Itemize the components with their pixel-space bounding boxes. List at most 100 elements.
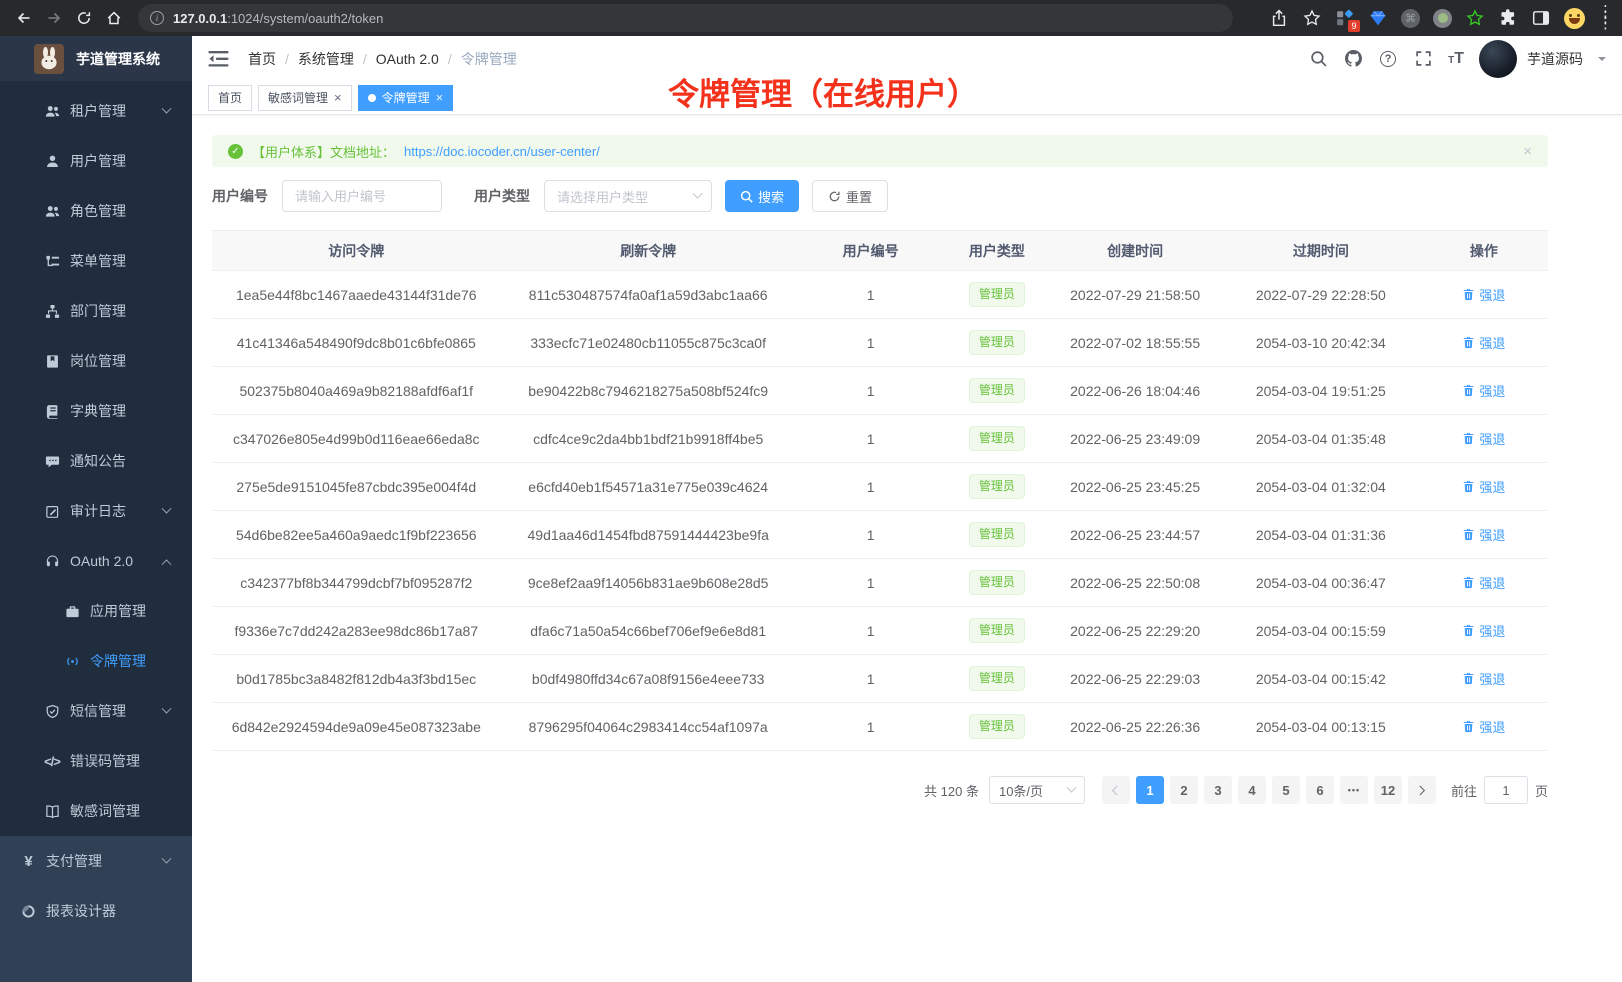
breadcrumb-item[interactable]: 首页 bbox=[248, 49, 276, 69]
help-icon[interactable]: ? bbox=[1378, 49, 1398, 69]
profile-avatar-icon[interactable] bbox=[1564, 8, 1585, 29]
breadcrumb-item[interactable]: OAuth 2.0 bbox=[376, 51, 439, 67]
page-button-12[interactable]: 12 bbox=[1374, 776, 1402, 804]
sidebar-item-code[interactable]: </>错误码管理 bbox=[0, 736, 192, 786]
sidebar-item-badge[interactable]: 岗位管理 bbox=[0, 336, 192, 386]
chevron-down-icon bbox=[162, 853, 172, 863]
user-type-badge: 管理员 bbox=[969, 714, 1025, 739]
report-icon bbox=[20, 903, 36, 919]
table-row: 6d842e2924594de9a09e45e087323abe8796295f… bbox=[212, 703, 1548, 751]
goto-page-input[interactable] bbox=[1484, 776, 1528, 804]
tag-item[interactable]: 敏感词管理× bbox=[258, 85, 352, 111]
force-logout-button[interactable]: 强退 bbox=[1462, 429, 1505, 448]
breadcrumb-item[interactable]: 系统管理 bbox=[298, 49, 354, 69]
fullscreen-icon[interactable] bbox=[1413, 49, 1433, 69]
user-avatar[interactable] bbox=[1479, 40, 1517, 78]
tag-close-icon[interactable]: × bbox=[436, 91, 444, 104]
page-size-select[interactable]: 10条/页 bbox=[989, 776, 1085, 804]
alert-doc-link[interactable]: https://doc.iocoder.cn/user-center/ bbox=[404, 144, 600, 159]
message-icon bbox=[44, 453, 60, 469]
force-logout-button[interactable]: 强退 bbox=[1462, 381, 1505, 400]
user-type-cell: 管理员 bbox=[945, 655, 1048, 703]
page-button-6[interactable]: 6 bbox=[1306, 776, 1334, 804]
access-token-cell: f9336e7c7dd242a283ee98dc86b17a87 bbox=[212, 607, 501, 655]
tag-item[interactable]: 首页 bbox=[208, 85, 252, 111]
force-logout-button[interactable]: 强退 bbox=[1462, 669, 1505, 688]
site-info-icon[interactable]: i bbox=[150, 11, 164, 25]
sidebar-submenu: 租户管理用户管理角色管理菜单管理部门管理岗位管理字典管理通知公告审计日志OAut… bbox=[0, 81, 192, 836]
page-button-2[interactable]: 2 bbox=[1170, 776, 1198, 804]
extension-record-icon[interactable] bbox=[1433, 9, 1452, 28]
extension-gem-icon[interactable] bbox=[1368, 8, 1388, 28]
hamburger-icon[interactable] bbox=[208, 50, 230, 68]
page-more-button[interactable]: ••• bbox=[1340, 776, 1368, 804]
sidebar-item-app[interactable]: 应用管理 bbox=[0, 586, 192, 636]
reset-button[interactable]: 重置 bbox=[812, 180, 888, 212]
expire-time-cell: 2054-03-04 01:31:36 bbox=[1222, 511, 1420, 559]
app-logo-bar[interactable]: 芋道管理系统 bbox=[0, 36, 192, 81]
sidebar-item-sms[interactable]: 短信管理 bbox=[0, 686, 192, 736]
extension-command-icon[interactable]: ⌘ bbox=[1401, 9, 1420, 28]
extensions-puzzle-icon[interactable] bbox=[1498, 8, 1518, 28]
next-page-button[interactable] bbox=[1408, 776, 1436, 804]
user-id-input[interactable] bbox=[282, 180, 442, 212]
browser-reload-icon[interactable] bbox=[70, 4, 98, 32]
chevron-down-icon bbox=[162, 703, 172, 713]
search-button[interactable]: 搜索 bbox=[725, 180, 799, 212]
search-icon[interactable] bbox=[1308, 49, 1328, 69]
extension-grid-icon[interactable]: 9 bbox=[1335, 8, 1355, 28]
caret-down-icon[interactable] bbox=[1598, 57, 1606, 65]
sidebar-item-report[interactable]: 报表设计器 bbox=[0, 886, 192, 936]
app-title: 芋道管理系统 bbox=[76, 49, 160, 69]
force-logout-button[interactable]: 强退 bbox=[1462, 285, 1505, 304]
sidebar-item-people[interactable]: 租户管理 bbox=[0, 86, 192, 136]
sidebar-item-person[interactable]: 用户管理 bbox=[0, 136, 192, 186]
page-button-5[interactable]: 5 bbox=[1272, 776, 1300, 804]
github-icon[interactable] bbox=[1343, 49, 1363, 69]
alert-close-icon[interactable]: × bbox=[1523, 143, 1532, 160]
browser-menu-icon[interactable]: ⋮⋮⋮ bbox=[1598, 9, 1612, 27]
sidebar-item-pay[interactable]: ¥支付管理 bbox=[0, 836, 192, 886]
user-type-cell: 管理员 bbox=[945, 415, 1048, 463]
bookmark-star-icon[interactable] bbox=[1302, 8, 1322, 28]
force-logout-button[interactable]: 强退 bbox=[1462, 477, 1505, 496]
expire-time-cell: 2054-03-04 00:13:15 bbox=[1222, 703, 1420, 751]
navbar: 首页/系统管理/OAuth 2.0/令牌管理 ? TT 芋道源码 bbox=[192, 36, 1622, 81]
side-panel-icon[interactable] bbox=[1531, 8, 1551, 28]
chevron-up-icon bbox=[162, 559, 172, 569]
force-logout-button[interactable]: 强退 bbox=[1462, 333, 1505, 352]
sidebar-item-oauth[interactable]: OAuth 2.0 bbox=[0, 536, 192, 586]
table-row: 1ea5e44f8bc1467aaede43144f31de76811c5304… bbox=[212, 271, 1548, 319]
prev-page-button[interactable] bbox=[1102, 776, 1130, 804]
force-logout-button[interactable]: 强退 bbox=[1462, 717, 1505, 736]
page-button-1[interactable]: 1 bbox=[1136, 776, 1164, 804]
sidebar-item-tree[interactable]: 菜单管理 bbox=[0, 236, 192, 286]
sidebar-item-log[interactable]: 审计日志 bbox=[0, 486, 192, 536]
user-type-select[interactable]: 请选择用户类型 bbox=[544, 180, 712, 212]
browser-back-icon[interactable] bbox=[10, 4, 38, 32]
sidebar-item-book[interactable]: 敏感词管理 bbox=[0, 786, 192, 836]
sidebar-item-message[interactable]: 通知公告 bbox=[0, 436, 192, 486]
font-size-icon[interactable]: TT bbox=[1448, 50, 1464, 68]
force-logout-button[interactable]: 强退 bbox=[1462, 525, 1505, 544]
expire-time-cell: 2054-03-10 20:42:34 bbox=[1222, 319, 1420, 367]
user-type-label: 用户类型 bbox=[474, 186, 530, 206]
page-button-3[interactable]: 3 bbox=[1204, 776, 1232, 804]
browser-forward-icon[interactable] bbox=[40, 4, 68, 32]
page-button-4[interactable]: 4 bbox=[1238, 776, 1266, 804]
sidebar-item-token[interactable]: 令牌管理 bbox=[0, 636, 192, 686]
sidebar-item-dict[interactable]: 字典管理 bbox=[0, 386, 192, 436]
person-icon bbox=[44, 153, 60, 169]
action-cell: 强退 bbox=[1420, 511, 1548, 559]
extension-star-icon[interactable] bbox=[1465, 8, 1485, 28]
create-time-cell: 2022-06-25 22:29:03 bbox=[1048, 655, 1222, 703]
share-icon[interactable] bbox=[1269, 8, 1289, 28]
force-logout-button[interactable]: 强退 bbox=[1462, 621, 1505, 640]
browser-home-icon[interactable] bbox=[100, 4, 128, 32]
sidebar-item-sitemap[interactable]: 部门管理 bbox=[0, 286, 192, 336]
force-logout-button[interactable]: 强退 bbox=[1462, 573, 1505, 592]
tag-active[interactable]: 令牌管理× bbox=[358, 85, 454, 111]
tag-close-icon[interactable]: × bbox=[334, 91, 342, 104]
sidebar-item-people[interactable]: 角色管理 bbox=[0, 186, 192, 236]
address-bar[interactable]: i 127.0.0.1:1024/system/oauth2/token bbox=[138, 4, 1233, 32]
